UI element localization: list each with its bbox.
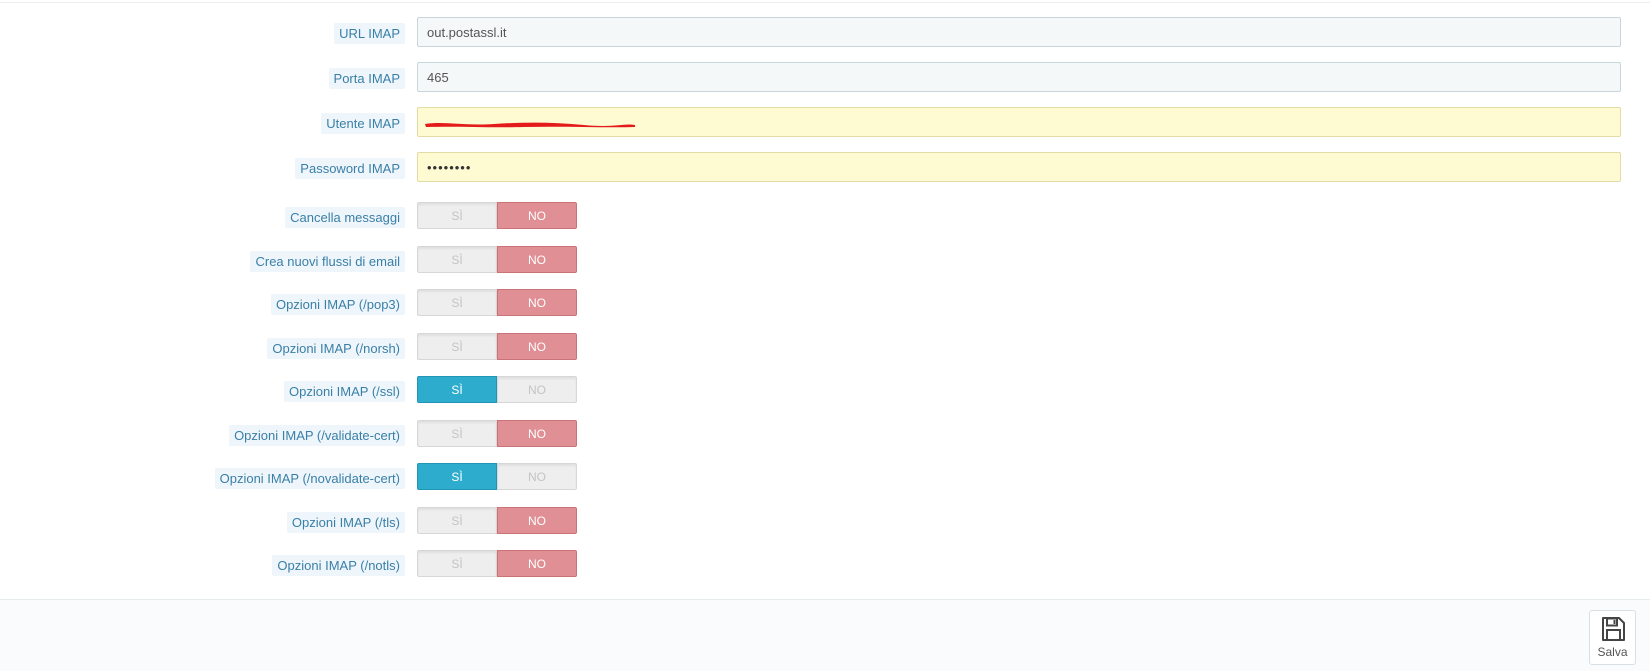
label-cell: URL IMAP [334, 17, 405, 49]
password-mask: •••••••• [427, 160, 472, 175]
switch-row: Crea nuovi flussi di email SÌ NO [0, 245, 1650, 277]
switch-no-option[interactable]: NO [497, 420, 577, 447]
label-cell: Opzioni IMAP (/pop3) [270, 288, 405, 320]
switch-row: Cancella messaggi SÌ NO [0, 201, 1650, 233]
switch-row: Opzioni IMAP (/norsh) SÌ NO [0, 332, 1650, 364]
yes-no-switch[interactable]: SÌ NO [417, 246, 577, 273]
switch-no-option[interactable]: NO [497, 333, 577, 360]
form-footer [0, 599, 1650, 671]
switch-label: Opzioni IMAP (/validate-cert) [229, 424, 405, 446]
url-imap-input[interactable]: out.postassl.it [417, 17, 1621, 47]
switch-no-option[interactable]: NO [497, 463, 577, 490]
switch-row: Opzioni IMAP (/validate-cert) SÌ NO [0, 419, 1650, 451]
yes-no-switch[interactable]: SÌ NO [417, 289, 577, 316]
switch-row: Opzioni IMAP (/notls) SÌ NO [0, 549, 1650, 581]
switch-yes-option[interactable]: SÌ [417, 463, 497, 490]
row-user-imap: Utente IMAP [0, 107, 1650, 139]
yes-no-switch[interactable]: SÌ NO [417, 507, 577, 534]
label-cell: Porta IMAP [328, 62, 405, 94]
switch-label: Opzioni IMAP (/norsh) [267, 337, 405, 359]
label-cell: Opzioni IMAP (/novalidate-cert) [214, 462, 405, 494]
password-imap-label: Passoword IMAP [295, 157, 405, 179]
port-imap-label: Porta IMAP [328, 67, 405, 89]
switch-no-option[interactable]: NO [497, 507, 577, 534]
row-port-imap: Porta IMAP 465 [0, 62, 1650, 94]
user-imap-input[interactable] [417, 107, 1621, 137]
yes-no-switch[interactable]: SÌ NO [417, 420, 577, 447]
url-imap-label: URL IMAP [334, 22, 405, 44]
label-cell: Opzioni IMAP (/norsh) [267, 332, 405, 364]
label-cell: Cancella messaggi [285, 201, 405, 233]
user-imap-label: Utente IMAP [321, 112, 405, 134]
switch-row: Opzioni IMAP (/pop3) SÌ NO [0, 288, 1650, 320]
switch-row: Opzioni IMAP (/novalidate-cert) SÌ NO [0, 462, 1650, 494]
switch-no-option[interactable]: NO [497, 376, 577, 403]
top-divider [0, 2, 1650, 3]
yes-no-switch[interactable]: SÌ NO [417, 202, 577, 229]
switch-yes-option[interactable]: SÌ [417, 333, 497, 360]
save-label: Salva [1597, 645, 1628, 659]
switch-row: Opzioni IMAP (/ssl) SÌ NO [0, 375, 1650, 407]
switch-yes-option[interactable]: SÌ [417, 507, 497, 534]
label-cell: Crea nuovi flussi di email [250, 245, 405, 277]
redaction-mark [425, 122, 635, 128]
save-button[interactable]: Salva [1589, 610, 1636, 665]
switch-label: Opzioni IMAP (/ssl) [283, 380, 405, 402]
switch-no-option[interactable]: NO [497, 289, 577, 316]
label-cell: Passoword IMAP [295, 152, 405, 184]
label-cell: Utente IMAP [321, 107, 405, 139]
switch-yes-option[interactable]: SÌ [417, 289, 497, 316]
label-cell: Opzioni IMAP (/tls) [286, 506, 405, 538]
yes-no-switch[interactable]: SÌ NO [417, 463, 577, 490]
switch-yes-option[interactable]: SÌ [417, 376, 497, 403]
yes-no-switch[interactable]: SÌ NO [417, 550, 577, 577]
imap-settings-form: URL IMAP out.postassl.it Porta IMAP 465 … [0, 0, 1650, 671]
label-cell: Opzioni IMAP (/ssl) [283, 375, 405, 407]
switch-label: Opzioni IMAP (/novalidate-cert) [214, 467, 405, 489]
row-password-imap: Passoword IMAP •••••••• [0, 152, 1650, 184]
switch-yes-option[interactable]: SÌ [417, 550, 497, 577]
switch-label: Crea nuovi flussi di email [250, 250, 405, 272]
switch-label: Opzioni IMAP (/notls) [272, 554, 405, 576]
label-cell: Opzioni IMAP (/notls) [272, 549, 405, 581]
yes-no-switch[interactable]: SÌ NO [417, 376, 577, 403]
switch-label: Opzioni IMAP (/pop3) [270, 293, 405, 315]
switch-no-option[interactable]: NO [497, 550, 577, 577]
switch-label: Cancella messaggi [285, 206, 405, 228]
switch-label: Opzioni IMAP (/tls) [286, 511, 405, 533]
row-url-imap: URL IMAP out.postassl.it [0, 17, 1650, 49]
yes-no-switch[interactable]: SÌ NO [417, 333, 577, 360]
password-imap-input[interactable]: •••••••• [417, 152, 1621, 182]
label-cell: Opzioni IMAP (/validate-cert) [229, 419, 405, 451]
switch-no-option[interactable]: NO [497, 202, 577, 229]
switch-row: Opzioni IMAP (/tls) SÌ NO [0, 506, 1650, 538]
switch-yes-option[interactable]: SÌ [417, 420, 497, 447]
port-imap-input[interactable]: 465 [417, 62, 1621, 92]
floppy-disk-icon [1601, 617, 1625, 641]
switch-yes-option[interactable]: SÌ [417, 202, 497, 229]
switch-no-option[interactable]: NO [497, 246, 577, 273]
switch-yes-option[interactable]: SÌ [417, 246, 497, 273]
